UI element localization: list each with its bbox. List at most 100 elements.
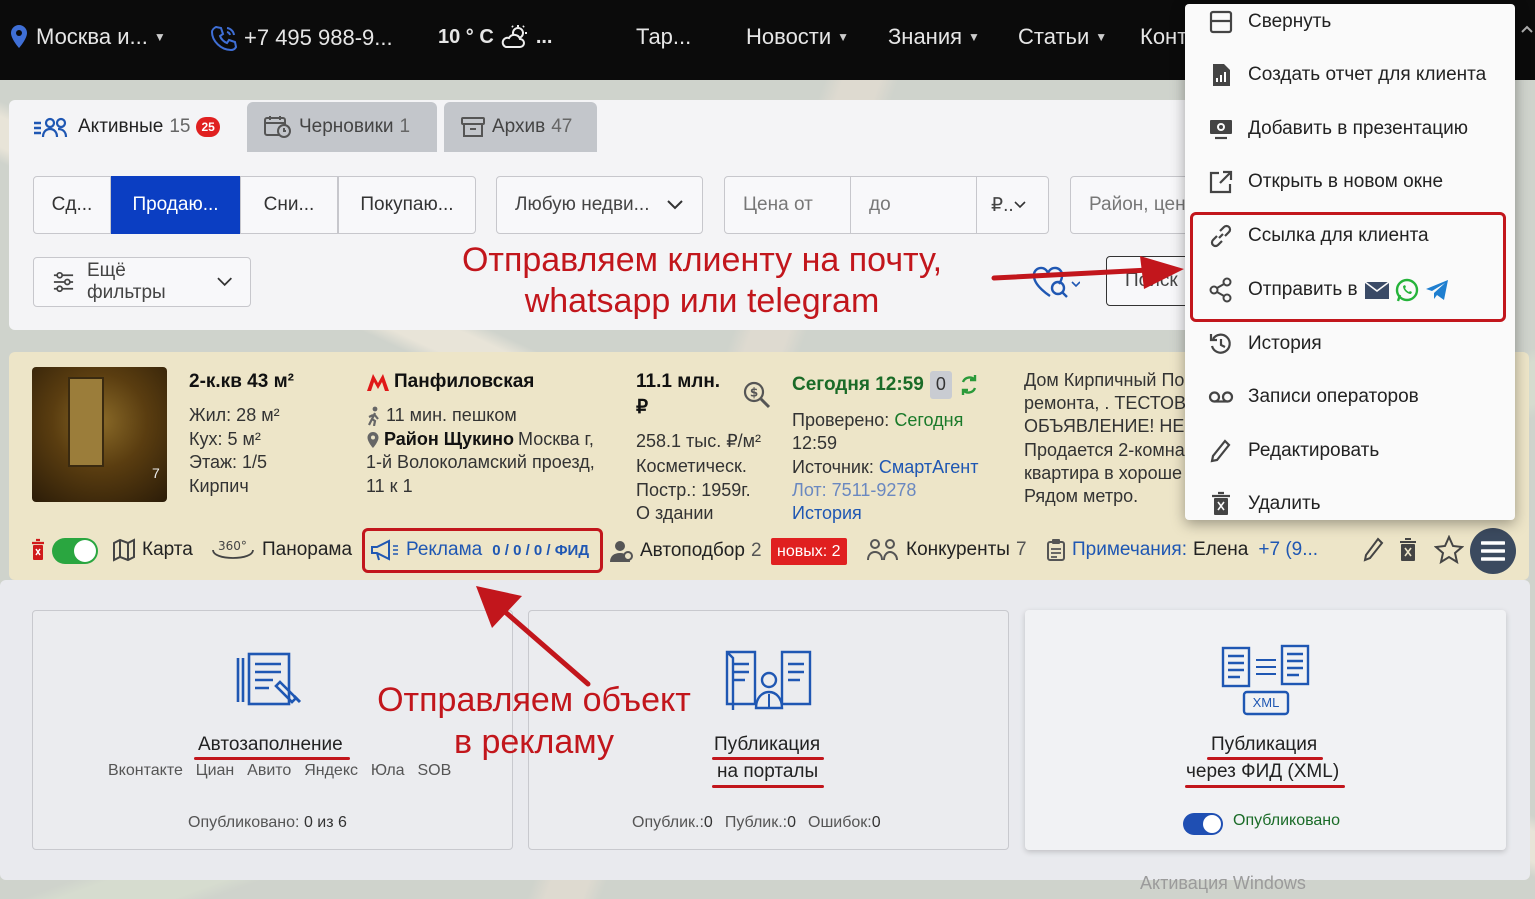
- pencil-icon[interactable]: [1362, 536, 1384, 564]
- listing-photo[interactable]: 7: [32, 367, 167, 502]
- tab-archive[interactable]: Архив 47: [444, 102, 597, 152]
- autopick-button[interactable]: Автоподбор 2: [608, 538, 762, 564]
- phone-link[interactable]: +7 495 988-9...: [210, 24, 393, 52]
- svg-text:360°: 360°: [218, 539, 247, 553]
- segment-label: Сд...: [51, 194, 93, 215]
- menu-item-collapse[interactable]: Свернуть: [1208, 7, 1331, 37]
- button-label: Карта: [142, 539, 193, 560]
- toggle-knob: [74, 540, 96, 562]
- deal-type-rent[interactable]: Сни...: [240, 176, 338, 234]
- more-menu-button[interactable]: [1470, 528, 1516, 574]
- menu-item-label: Создать отчет для клиента: [1248, 64, 1487, 85]
- feed-published-toggle[interactable]: [1183, 813, 1223, 835]
- nav-knowledge[interactable]: Знания ▼: [888, 24, 980, 50]
- weather-widget[interactable]: 10 ° С ...: [438, 24, 552, 50]
- menu-item-presentation[interactable]: Добавить в презентацию: [1208, 114, 1468, 144]
- sliders-icon: [53, 271, 74, 293]
- status-label: Опубликовано:: [188, 814, 300, 831]
- chevron-down-icon: ▼: [837, 30, 850, 44]
- annotation-arrow-up: [476, 586, 591, 687]
- stat-label: Публик.:: [724, 814, 788, 831]
- notes-more[interactable]: +7 (9...: [1258, 539, 1318, 561]
- nav-tariffs[interactable]: Тар...: [636, 24, 691, 50]
- tab-active[interactable]: Активные 15 25: [16, 100, 238, 154]
- feed-title-line2: через ФИД (XML): [1186, 761, 1340, 782]
- living-area: Жил: 28 м²: [189, 405, 280, 425]
- hamburger-icon: [1481, 541, 1505, 561]
- active-toggle[interactable]: [52, 538, 98, 564]
- about-building-link[interactable]: О здании: [636, 502, 713, 526]
- menu-item-history[interactable]: История: [1208, 329, 1322, 359]
- menu-item-label: История: [1248, 333, 1322, 354]
- menu-item-label: Открыть в новом окне: [1248, 171, 1444, 192]
- notes-button[interactable]: Примечания: Елена +7 (9...: [1046, 538, 1318, 562]
- walking-person-icon: [368, 406, 379, 426]
- menu-item-open-new-window[interactable]: Открыть в новом окне: [1208, 167, 1443, 197]
- nav-news[interactable]: Новости ▼: [746, 24, 849, 50]
- presentation-icon: [1210, 120, 1232, 140]
- deal-type-sell[interactable]: Продаю...: [111, 176, 240, 234]
- menu-item-report[interactable]: Создать отчет для клиента: [1208, 60, 1486, 90]
- trash-icon[interactable]: [1398, 537, 1418, 563]
- checked-info: Проверено: Сегодня: [792, 409, 963, 433]
- annotation-underline: [1185, 785, 1345, 788]
- description-line: Продается 2-комна: [1024, 440, 1185, 460]
- menu-item-edit[interactable]: Редактировать: [1208, 436, 1379, 466]
- currency-select[interactable]: ₽..: [976, 176, 1049, 234]
- menu-item-label: Добавить в презентацию: [1248, 118, 1468, 139]
- segment-label: Покупаю...: [360, 194, 454, 215]
- tab-drafts[interactable]: Черновики 1: [247, 102, 437, 152]
- history-icon: [1209, 333, 1231, 354]
- menu-item-delete[interactable]: Удалить: [1208, 489, 1321, 519]
- annotation-underline: [712, 757, 824, 760]
- competitors-button[interactable]: Конкуренты 7: [866, 538, 1027, 562]
- refresh-icon[interactable]: [958, 374, 980, 396]
- map-button[interactable]: Карта: [112, 538, 193, 562]
- star-icon[interactable]: [1434, 535, 1464, 565]
- delete-red-icon[interactable]: [30, 537, 46, 563]
- deal-type-rent-out[interactable]: Сд...: [33, 176, 111, 234]
- source-label: Источник:: [792, 457, 874, 477]
- history-link[interactable]: История: [792, 502, 862, 526]
- renovation: Косметическ.: [636, 456, 747, 476]
- new-matches-badge[interactable]: новых: 2: [771, 538, 847, 565]
- price-from-input[interactable]: Цена от: [724, 176, 851, 234]
- external-link-icon: [1209, 170, 1233, 194]
- checked-time: 12:59: [792, 433, 838, 453]
- segment-label: Продаю...: [132, 194, 219, 215]
- annotation-underline: [194, 757, 350, 760]
- nav-contacts[interactable]: Конт: [1140, 24, 1187, 50]
- weather-more: ...: [535, 25, 553, 48]
- metro-name: Панфиловская: [394, 371, 535, 392]
- menu-item-label: Записи операторов: [1248, 386, 1419, 407]
- nav-label: Знания: [888, 24, 963, 49]
- checked-label: Проверено:: [792, 410, 890, 430]
- annotation-send-line1: Отправляем клиенту на почту,: [461, 241, 943, 279]
- price-to-input[interactable]: до: [850, 176, 977, 234]
- listing-title: 2-к.кв 43 м²: [189, 371, 294, 392]
- city-selector[interactable]: Москва и... ▼: [8, 24, 166, 50]
- user-gear-icon: [610, 541, 633, 562]
- document-pen-icon: [236, 652, 302, 706]
- menu-item-operator-records[interactable]: Записи операторов: [1208, 382, 1419, 412]
- nav-articles[interactable]: Статьи ▼: [1018, 24, 1107, 50]
- source-link[interactable]: СмартАгент: [879, 457, 979, 477]
- chevron-down-icon: ▼: [153, 30, 166, 44]
- address-line-1: Район Щукино Москва г,: [366, 428, 594, 452]
- users-list-icon: [34, 117, 68, 138]
- scrollbar[interactable]: [1520, 20, 1535, 80]
- menu-item-label: Свернуть: [1248, 11, 1332, 32]
- metro-station[interactable]: Панфиловская: [366, 370, 534, 394]
- annotation-underline: [1207, 757, 1323, 760]
- tab-count: 47: [551, 116, 573, 137]
- deal-type-buy[interactable]: Покупаю...: [338, 176, 476, 234]
- price: 11.1 млн.: [636, 371, 721, 392]
- description-line: ремонта, . ТЕСТОВО: [1024, 393, 1200, 413]
- property-type-select[interactable]: Любую недви...: [496, 176, 703, 234]
- segment-label: Сни...: [263, 194, 315, 215]
- price-analysis-icon[interactable]: $: [742, 380, 772, 410]
- panorama-button[interactable]: 360° Панорама: [210, 538, 352, 562]
- placeholder: Цена от: [743, 194, 813, 215]
- more-filters-button[interactable]: Ещё фильтры: [33, 257, 251, 307]
- collapse-icon: [1209, 10, 1233, 34]
